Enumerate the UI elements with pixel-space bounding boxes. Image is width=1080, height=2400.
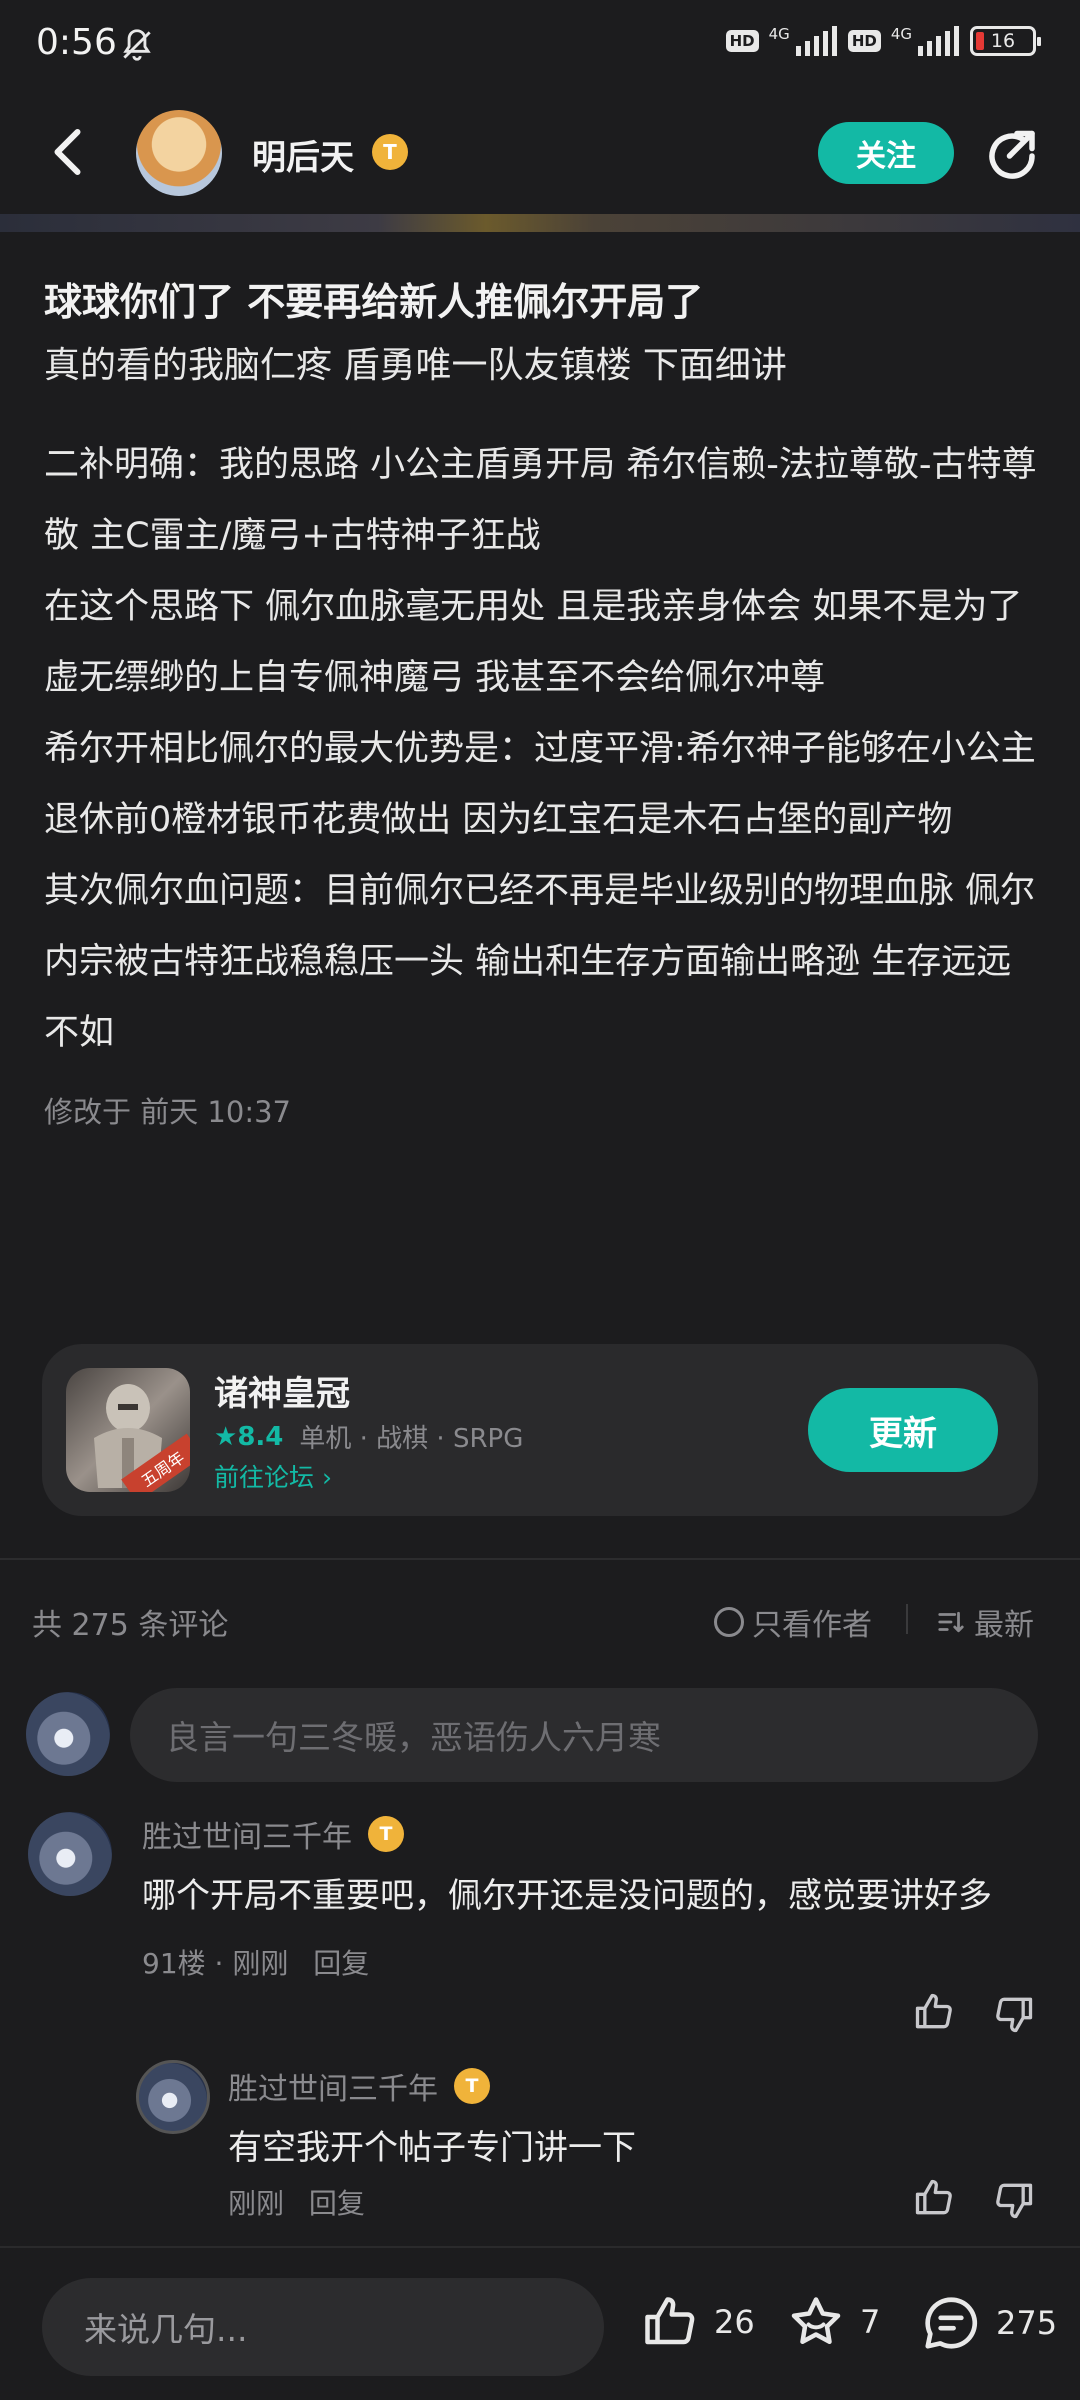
post-body: 球球你们了 不要再给新人推佩尔开局了 真的看的我脑仁疼 盾勇唯一队友镇楼 下面细… xyxy=(44,270,1044,1131)
network-type: 4G xyxy=(768,25,790,43)
hd-icon: HD xyxy=(725,30,759,52)
replier-name[interactable]: 胜过世间三千年 xyxy=(228,2064,438,2108)
commenter-level-badge: T xyxy=(368,1816,404,1852)
thumb-up-icon[interactable] xyxy=(912,1990,956,2034)
reply-item: 胜过世间三千年 T 有空我开个帖子专门讲一下 刚刚 回复 xyxy=(228,2064,1028,2222)
my-avatar xyxy=(26,1692,110,1776)
comment-input[interactable]: 良言一句三冬暖，恶语伤人六月寒 xyxy=(130,1688,1038,1782)
sort-separator xyxy=(906,1604,908,1634)
say-something-input[interactable]: 来说几句... xyxy=(42,2278,604,2376)
signal-icon-2 xyxy=(918,26,959,56)
favorite-button[interactable]: 7 xyxy=(786,2292,880,2352)
star-icon: ★8.4 xyxy=(214,1421,284,1452)
comment-total: 275 xyxy=(996,2304,1058,2342)
like-count: 26 xyxy=(714,2303,755,2341)
comment-count: 共 275 条评论 xyxy=(32,1608,229,1643)
thumb-up-icon[interactable] xyxy=(912,2176,956,2220)
star-icon xyxy=(791,2297,841,2344)
radio-circle-icon xyxy=(714,1607,744,1637)
chevron-right-icon: › xyxy=(321,1463,332,1492)
comments-button[interactable]: 275 xyxy=(920,2292,1057,2354)
commenter-name-row: 胜过世间三千年 T xyxy=(142,1812,1042,1856)
section-divider xyxy=(0,1558,1080,1560)
sort-icon xyxy=(938,1611,964,1633)
reply-text: 有空我开个帖子专门讲一下 xyxy=(228,2128,636,2168)
comment-floor-time: 91楼 · 刚刚 xyxy=(142,1947,289,1980)
network-type-2: 4G xyxy=(890,25,912,43)
post-paragraph: 二补明确：我的思路 小公主盾勇开局 希尔信赖-法拉尊敬-古特尊敬 主C雷主/魔弓… xyxy=(44,445,1037,556)
commenter-name[interactable]: 胜过世间三千年 xyxy=(142,1812,352,1856)
status-time: 0:56 xyxy=(36,22,117,63)
game-tags: 单机 · 战棋 · SRPG xyxy=(299,1424,524,1454)
share-icon[interactable] xyxy=(982,126,1042,186)
game-icon[interactable]: 五周年 xyxy=(66,1368,190,1492)
post-subtitle: 真的看的我脑仁疼 盾勇唯一队友镇楼 下面细讲 xyxy=(44,345,787,386)
post-paragraph: 其次佩尔血问题：目前佩尔已经不再是毕业级别的物理血脉 佩尔内宗被古特狂战稳稳压一… xyxy=(44,871,1036,1053)
game-rating-row: ★8.4 单机 · 战棋 · SRPG xyxy=(214,1418,523,1455)
post-paragraph: 希尔开相比佩尔的最大优势是：过度平滑:希尔神子能够在小公主退休前0橙材银币花费做… xyxy=(44,729,1036,840)
comments-header: 共 275 条评论 只看作者 最新 xyxy=(32,1596,1052,1646)
replier-name-row: 胜过世间三千年 T xyxy=(228,2064,1028,2108)
reply-time: 刚刚 xyxy=(228,2187,285,2220)
status-icons: HD 4G HD 4G 16 xyxy=(725,25,1041,56)
commenter-avatar[interactable] xyxy=(28,1812,112,1896)
battery-icon: 16 xyxy=(970,26,1041,56)
game-card[interactable]: 五周年 诸神皇冠 ★8.4 单机 · 战棋 · SRPG 前往论坛 › 更新 xyxy=(42,1344,1038,1516)
game-name[interactable]: 诸神皇冠 xyxy=(214,1366,350,1415)
only-author-toggle[interactable]: 只看作者 xyxy=(714,1600,872,1644)
post-edit-time: 修改于 前天 10:37 xyxy=(44,1095,292,1129)
cover-image-strip xyxy=(0,214,1080,232)
bell-muted-icon xyxy=(123,29,151,61)
author-level-badge: T xyxy=(372,134,408,170)
reply-button[interactable]: 回复 xyxy=(313,1947,369,1980)
thumb-down-icon[interactable] xyxy=(992,1992,1036,2036)
sort-button[interactable]: 最新 xyxy=(936,1600,1034,1644)
only-author-label: 只看作者 xyxy=(752,1608,872,1643)
favorite-count: 7 xyxy=(860,2303,881,2341)
back-arrow-icon[interactable] xyxy=(40,122,100,182)
thumb-up-icon xyxy=(645,2297,695,2345)
author-avatar[interactable] xyxy=(136,110,222,196)
game-rating: 8.4 xyxy=(237,1421,284,1452)
forum-link-label: 前往论坛 xyxy=(214,1463,315,1492)
thumb-down-icon[interactable] xyxy=(992,2178,1036,2222)
hd-icon-2: HD xyxy=(847,30,881,52)
comment-bubble-icon xyxy=(925,2297,978,2349)
forum-link[interactable]: 前往论坛 › xyxy=(214,1458,332,1494)
reply-avatar[interactable] xyxy=(136,2060,210,2134)
comment-item: 胜过世间三千年 T 哪个开局不重要吧，佩尔开还是没问题的，感觉要讲好多 91楼 … xyxy=(142,1812,1042,1982)
comment-meta: 91楼 · 刚刚 回复 xyxy=(142,1942,1042,1982)
reply-button[interactable]: 回复 xyxy=(309,2187,365,2220)
follow-button[interactable]: 关注 xyxy=(818,122,954,184)
comment-text: 哪个开局不重要吧，佩尔开还是没问题的，感觉要讲好多 xyxy=(142,1876,992,1916)
reply-meta: 刚刚 回复 xyxy=(228,2182,1028,2222)
post-title: 球球你们了 不要再给新人推佩尔开局了 xyxy=(44,280,704,324)
like-button[interactable]: 26 xyxy=(640,2292,755,2352)
sort-label: 最新 xyxy=(974,1608,1034,1643)
author-name[interactable]: 明后天 xyxy=(252,130,354,179)
signal-icon xyxy=(795,26,837,56)
status-bar: 0:56 HD 4G HD 4G 16 xyxy=(0,0,1080,95)
bottom-action-bar: 来说几句... 26 7 275 xyxy=(0,2246,1080,2400)
battery-level: 16 xyxy=(990,30,1016,52)
replier-level-badge: T xyxy=(454,2068,490,2104)
top-bar: 明后天 T 关注 xyxy=(0,100,1080,210)
post-paragraph: 在这个思路下 佩尔血脉毫无用处 且是我亲身体会 如果不是为了虚无缥缈的上自专佩神… xyxy=(44,587,1023,698)
update-button[interactable]: 更新 xyxy=(808,1388,998,1472)
